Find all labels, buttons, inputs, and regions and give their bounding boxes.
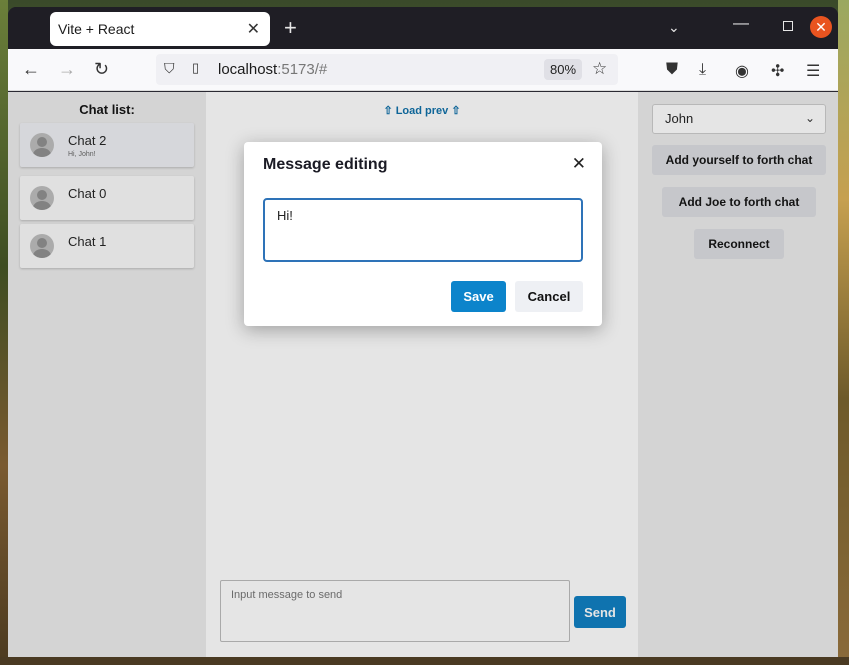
url-host: localhost (218, 61, 278, 78)
menu-icon[interactable]: ☰ (806, 61, 820, 81)
url-text[interactable]: localhost:5173/# (218, 61, 327, 78)
url-bar[interactable]: ⛉ ▯ localhost:5173/# 80% ☆ (156, 54, 618, 85)
browser-tab[interactable]: Vite + React ✕ (50, 12, 270, 46)
window-close-icon[interactable]: ✕ (810, 16, 832, 38)
zoom-level[interactable]: 80% (544, 59, 583, 80)
tab-bar: Vite + React ✕ + ⌄ — ✕ (8, 7, 838, 49)
forward-arrow-icon[interactable]: → (58, 59, 76, 80)
cancel-button[interactable]: Cancel (515, 281, 583, 312)
downloads-icon[interactable]: ⤓ (699, 61, 706, 79)
tab-close-icon[interactable]: ✕ (247, 19, 260, 39)
navigation-bar: ← → ↻ ⛉ ▯ localhost:5173/# 80% ☆ ⛊ ⤓ ◉ ✣… (8, 49, 838, 91)
maximize-icon[interactable] (783, 21, 793, 31)
tab-title: Vite + React (58, 21, 135, 37)
bookmark-star-icon[interactable]: ☆ (592, 59, 607, 79)
save-button[interactable]: Save (451, 281, 506, 312)
account-icon[interactable]: ◉ (735, 61, 749, 81)
close-icon[interactable]: ✕ (572, 154, 586, 174)
reload-icon[interactable]: ↻ (94, 59, 109, 80)
back-arrow-icon[interactable]: ← (22, 59, 40, 80)
minimize-icon[interactable]: — (733, 15, 749, 33)
extensions-icon[interactable]: ✣ (771, 61, 784, 81)
desktop-background-right (838, 0, 849, 665)
shield-icon[interactable]: ⛉ (164, 60, 175, 77)
dialog-title: Message editing (263, 156, 388, 173)
page-icon: ▯ (192, 60, 200, 75)
desktop-background-bottom (0, 657, 849, 665)
tab-list-chevron-icon[interactable]: ⌄ (668, 19, 680, 36)
message-edit-textarea[interactable]: Hi! (263, 198, 583, 262)
browser-window: Vite + React ✕ + ⌄ — ✕ ← → ↻ ⛉ ▯ localho… (8, 7, 838, 657)
new-tab-icon[interactable]: + (284, 16, 297, 40)
desktop-background-left (0, 0, 8, 665)
message-editing-dialog: Message editing ✕ Hi! Save Cancel (244, 142, 602, 326)
url-path: :5173/# (277, 61, 328, 78)
pocket-icon[interactable]: ⛊ (666, 61, 678, 79)
